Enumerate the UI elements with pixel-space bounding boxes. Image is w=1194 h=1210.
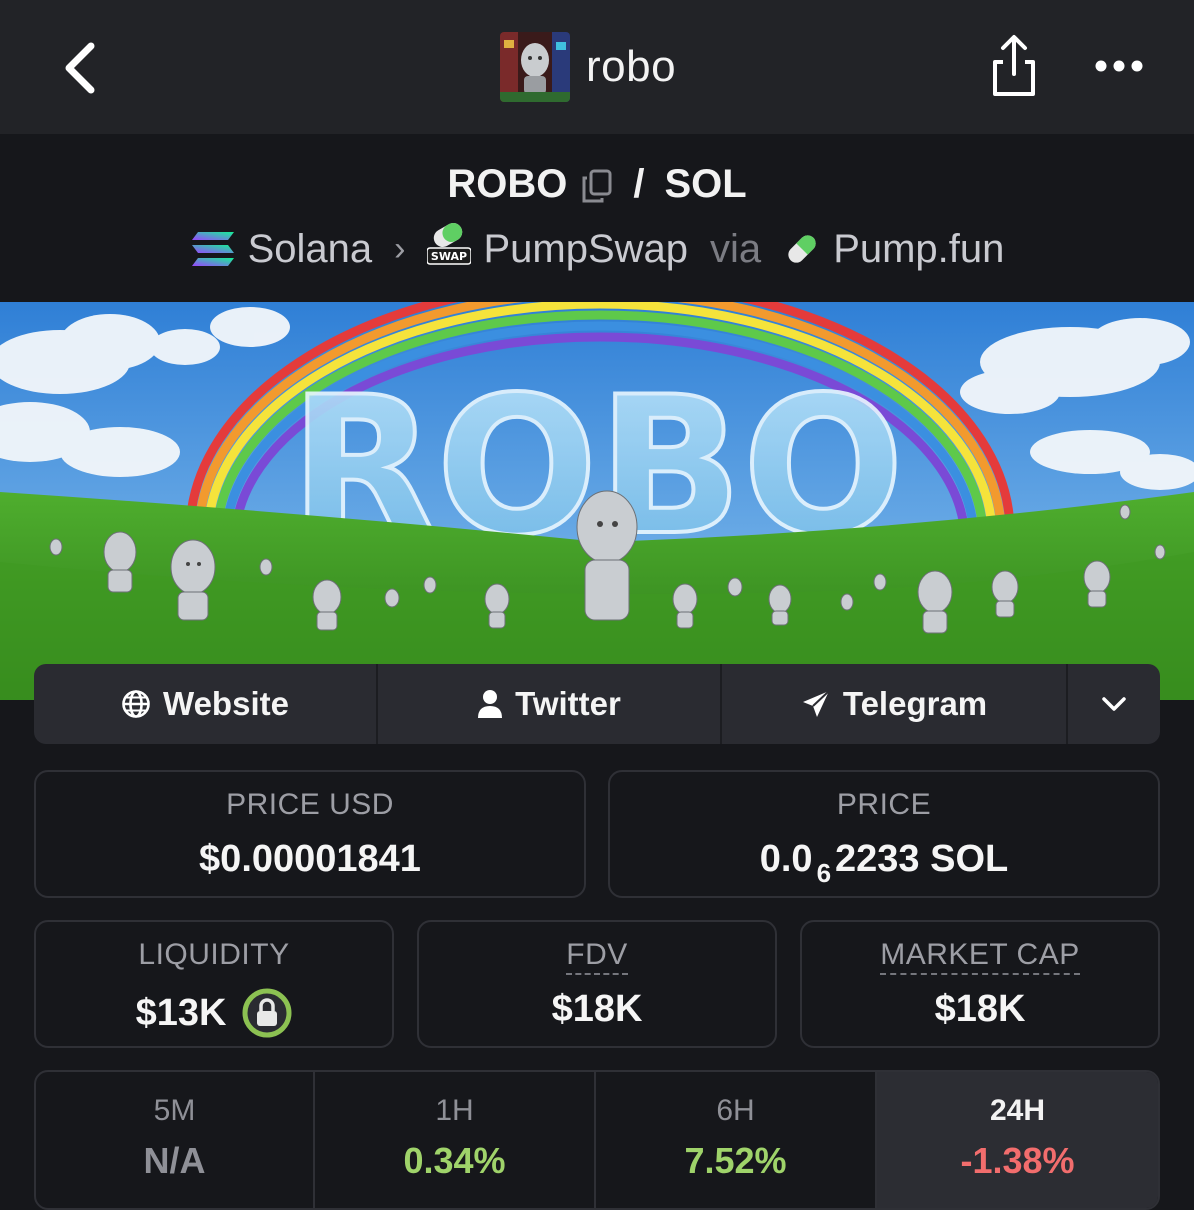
timeframe-1h[interactable]: 1H 0.34%: [315, 1072, 596, 1208]
timeframe-change: 7.52%: [684, 1140, 787, 1181]
via-label: via: [710, 226, 762, 271]
timeframe-24h[interactable]: 24H -1.38%: [877, 1072, 1158, 1208]
telegram-button[interactable]: Telegram: [722, 664, 1068, 744]
chain-name[interactable]: Solana: [248, 227, 373, 272]
top-navigation-bar: robo: [0, 0, 1194, 134]
pill-icon: [788, 235, 816, 263]
price-zero-count: 6: [816, 858, 832, 888]
timeframe-label: 6H: [716, 1094, 755, 1127]
token-banner-image: ROBO: [0, 302, 1194, 700]
liquidity-card: LIQUIDITY $13K: [34, 920, 394, 1048]
price-usd-card: PRICE USD $0.00001841: [34, 770, 586, 898]
price-label: PRICE: [836, 788, 932, 821]
telegram-label: Telegram: [842, 685, 988, 722]
website-button[interactable]: Website: [34, 664, 378, 744]
paper-plane-icon: [802, 690, 830, 717]
timeframe-5m[interactable]: 5M N/A: [36, 1072, 315, 1208]
launchpad-name[interactable]: Pump.fun: [833, 227, 1004, 272]
price-native-suffix: 2233 SOL: [835, 838, 1009, 880]
page-title: robo: [586, 42, 677, 91]
globe-icon: [122, 690, 150, 718]
timeframe-change: N/A: [143, 1140, 206, 1181]
base-token-symbol: ROBO: [447, 162, 568, 206]
route-breadcrumb: Solana › SWAP PumpSwap via Pump.fun: [0, 222, 1194, 276]
pair-separator: /: [633, 162, 645, 206]
price-usd-value: $0.00001841: [199, 838, 421, 880]
fdv-card: FDV $18K: [417, 920, 777, 1048]
market-cap-card: MARKET CAP $18K: [800, 920, 1160, 1048]
timeframe-6h[interactable]: 6H 7.52%: [596, 1072, 877, 1208]
price-change-timeframes: 5M N/A 1H 0.34% 6H 7.52% 24H -1.38%: [34, 1070, 1160, 1210]
copy-icon[interactable]: [581, 168, 613, 202]
timeframe-label: 5M: [153, 1094, 196, 1127]
timeframe-label: 1H: [435, 1094, 474, 1127]
website-label: Website: [163, 685, 289, 722]
user-icon: [478, 690, 503, 718]
token-avatar: [500, 32, 570, 102]
pair-header: ROBO / SOL Solana › SWAP PumpSwap via Pu…: [0, 134, 1194, 302]
chevron-right-icon: ›: [394, 229, 406, 268]
svg-text:SWAP: SWAP: [431, 250, 467, 263]
liquidity-value: $13K: [135, 991, 227, 1034]
back-button[interactable]: [44, 30, 114, 106]
pumpswap-logo-icon: SWAP: [426, 222, 473, 276]
timeframe-change: 0.34%: [403, 1140, 506, 1181]
pair-name: ROBO / SOL: [0, 162, 1194, 207]
more-options-button[interactable]: [1086, 40, 1152, 92]
price-native-card: PRICE 0.0 6 2233 SOL: [608, 770, 1160, 898]
solana-logo-icon: [191, 232, 234, 266]
quote-token-symbol: SOL: [664, 162, 747, 206]
price-usd-label: PRICE USD: [226, 788, 394, 821]
share-button[interactable]: [982, 28, 1046, 104]
dex-name[interactable]: PumpSwap: [483, 227, 688, 272]
twitter-label: Twitter: [515, 685, 621, 722]
market-cap-value: $18K: [934, 988, 1026, 1030]
market-cap-label[interactable]: MARKET CAP: [880, 938, 1080, 975]
fdv-label[interactable]: FDV: [566, 938, 628, 975]
chevron-down-icon: [1102, 697, 1126, 711]
more-horizontal-icon: [1095, 60, 1143, 72]
share-icon: [993, 35, 1035, 96]
price-native-prefix: 0.0: [759, 838, 813, 880]
twitter-button[interactable]: Twitter: [378, 664, 722, 744]
token-title: robo: [500, 32, 676, 102]
social-links-bar: Website Twitter Telegram: [34, 664, 1160, 744]
more-links-button[interactable]: [1068, 664, 1160, 744]
lock-icon[interactable]: [242, 988, 292, 1038]
timeframe-label: 24H: [989, 1094, 1046, 1127]
timeframe-change: -1.38%: [960, 1140, 1075, 1181]
fdv-value: $18K: [551, 988, 643, 1030]
chevron-left-icon: [65, 42, 95, 94]
liquidity-label: LIQUIDITY: [138, 938, 290, 971]
